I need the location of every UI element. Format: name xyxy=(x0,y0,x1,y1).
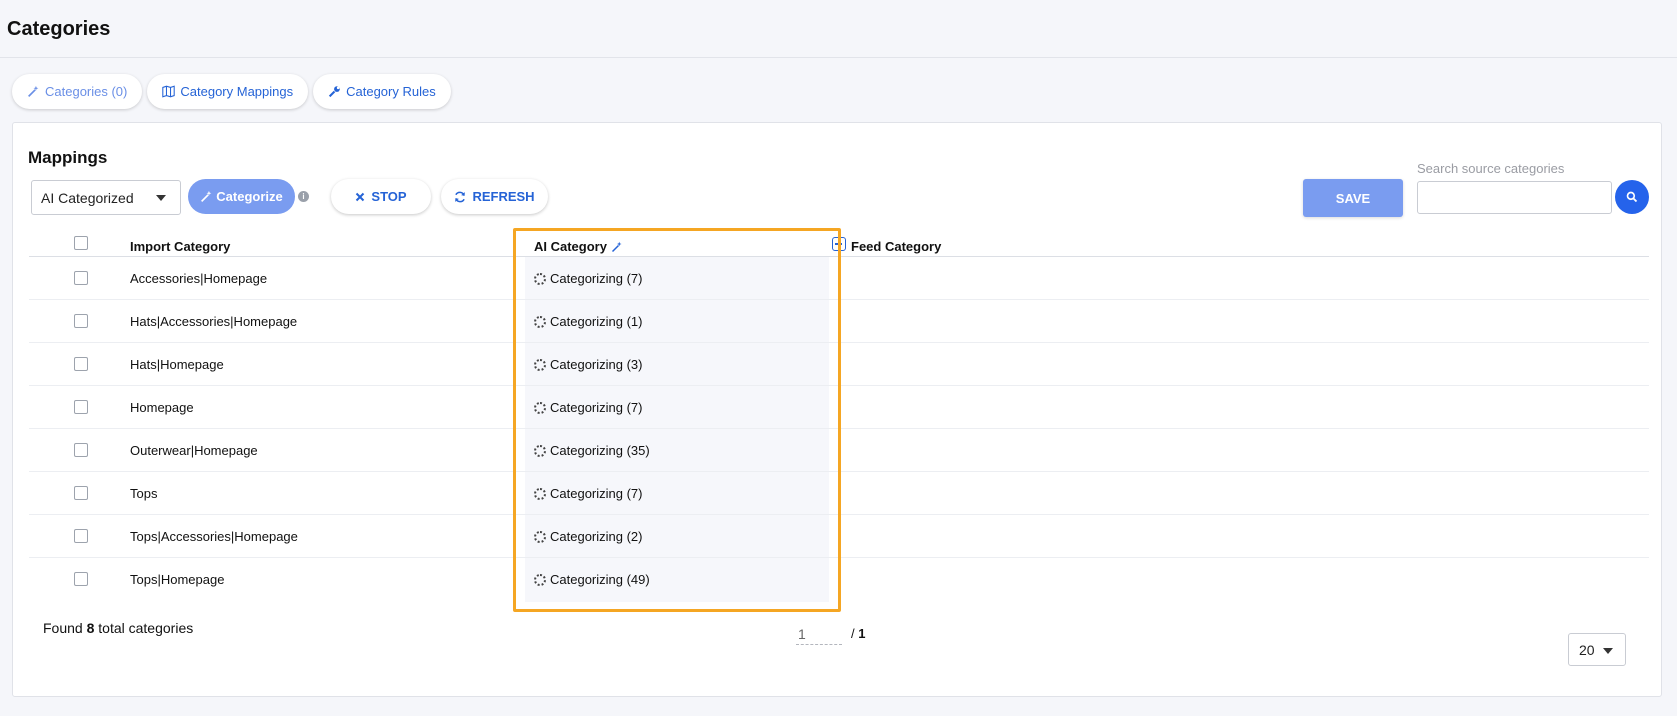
page-header: Categories xyxy=(0,0,1677,58)
column-import-category: Import Category xyxy=(130,239,231,254)
page-number-input[interactable] xyxy=(796,623,842,645)
import-category-cell: Outerwear|Homepage xyxy=(130,443,258,458)
tab-category-rules[interactable]: Category Rules xyxy=(313,74,451,109)
wand-icon xyxy=(201,190,212,202)
map-icon xyxy=(162,85,176,98)
per-page-value: 20 xyxy=(1579,641,1595,658)
categorize-button-label: Categorize xyxy=(216,189,283,204)
per-page-select[interactable]: 20 xyxy=(1568,633,1626,666)
info-icon[interactable]: i xyxy=(298,191,309,202)
tab-bar: Categories (0) Category Mappings Categor… xyxy=(12,74,451,109)
tab-category-mappings-label: Category Mappings xyxy=(180,84,294,99)
row-checkbox[interactable] xyxy=(74,486,88,500)
stop-button-label: STOP xyxy=(371,189,407,204)
stop-button[interactable]: STOP xyxy=(331,179,431,214)
page-total-count: 1 xyxy=(858,626,866,641)
row-checkbox[interactable] xyxy=(74,529,88,543)
tab-category-rules-label: Category Rules xyxy=(346,84,436,99)
found-count: 8 xyxy=(86,620,95,636)
caret-down-icon xyxy=(156,195,166,201)
row-checkbox[interactable] xyxy=(74,271,88,285)
import-category-cell: Accessories|Homepage xyxy=(130,271,268,286)
refresh-button-label: REFRESH xyxy=(472,189,535,204)
row-checkbox[interactable] xyxy=(74,314,88,328)
mapping-filter-value: AI Categorized xyxy=(41,189,134,206)
row-checkbox[interactable] xyxy=(74,443,88,457)
ai-column-highlight xyxy=(513,228,841,612)
refresh-icon xyxy=(455,191,466,202)
row-checkbox[interactable] xyxy=(74,400,88,414)
import-category-cell: Homepage xyxy=(130,400,194,415)
import-category-cell: Hats|Homepage xyxy=(130,357,224,372)
page-total: / 1 xyxy=(851,626,865,641)
close-icon xyxy=(356,192,365,201)
search-label: Search source categories xyxy=(1417,161,1565,176)
refresh-button[interactable]: REFRESH xyxy=(441,179,548,214)
wand-icon xyxy=(28,85,39,97)
import-category-cell: Tops|Homepage xyxy=(130,572,225,587)
found-count-text: Found 8 total categories xyxy=(43,620,193,636)
mapping-filter-select[interactable]: AI Categorized xyxy=(31,180,181,215)
search-input[interactable] xyxy=(1417,181,1612,214)
search-button[interactable] xyxy=(1615,180,1649,214)
found-prefix: Found xyxy=(43,620,83,636)
search-icon xyxy=(1626,191,1638,203)
mappings-title: Mappings xyxy=(28,148,108,167)
import-category-cell: Tops xyxy=(130,486,158,501)
row-checkbox[interactable] xyxy=(74,357,88,371)
import-category-cell: Hats|Accessories|Homepage xyxy=(130,314,298,329)
page-total-separator: / xyxy=(851,626,855,641)
wrench-icon xyxy=(329,86,340,98)
save-button[interactable]: SAVE xyxy=(1303,179,1403,217)
tab-category-mappings[interactable]: Category Mappings xyxy=(147,74,309,109)
import-category-cell: Tops|Accessories|Homepage xyxy=(130,529,298,544)
select-all-checkbox[interactable] xyxy=(74,236,88,250)
caret-down-icon xyxy=(1603,648,1613,654)
tab-categories-label: Categories (0) xyxy=(45,84,128,99)
tab-categories[interactable]: Categories (0) xyxy=(12,74,143,109)
row-checkbox[interactable] xyxy=(74,572,88,586)
page-title: Categories xyxy=(7,18,111,40)
categorize-button[interactable]: Categorize xyxy=(188,179,295,214)
found-suffix: total categories xyxy=(98,620,194,636)
column-feed-category: Feed Category xyxy=(851,239,942,254)
